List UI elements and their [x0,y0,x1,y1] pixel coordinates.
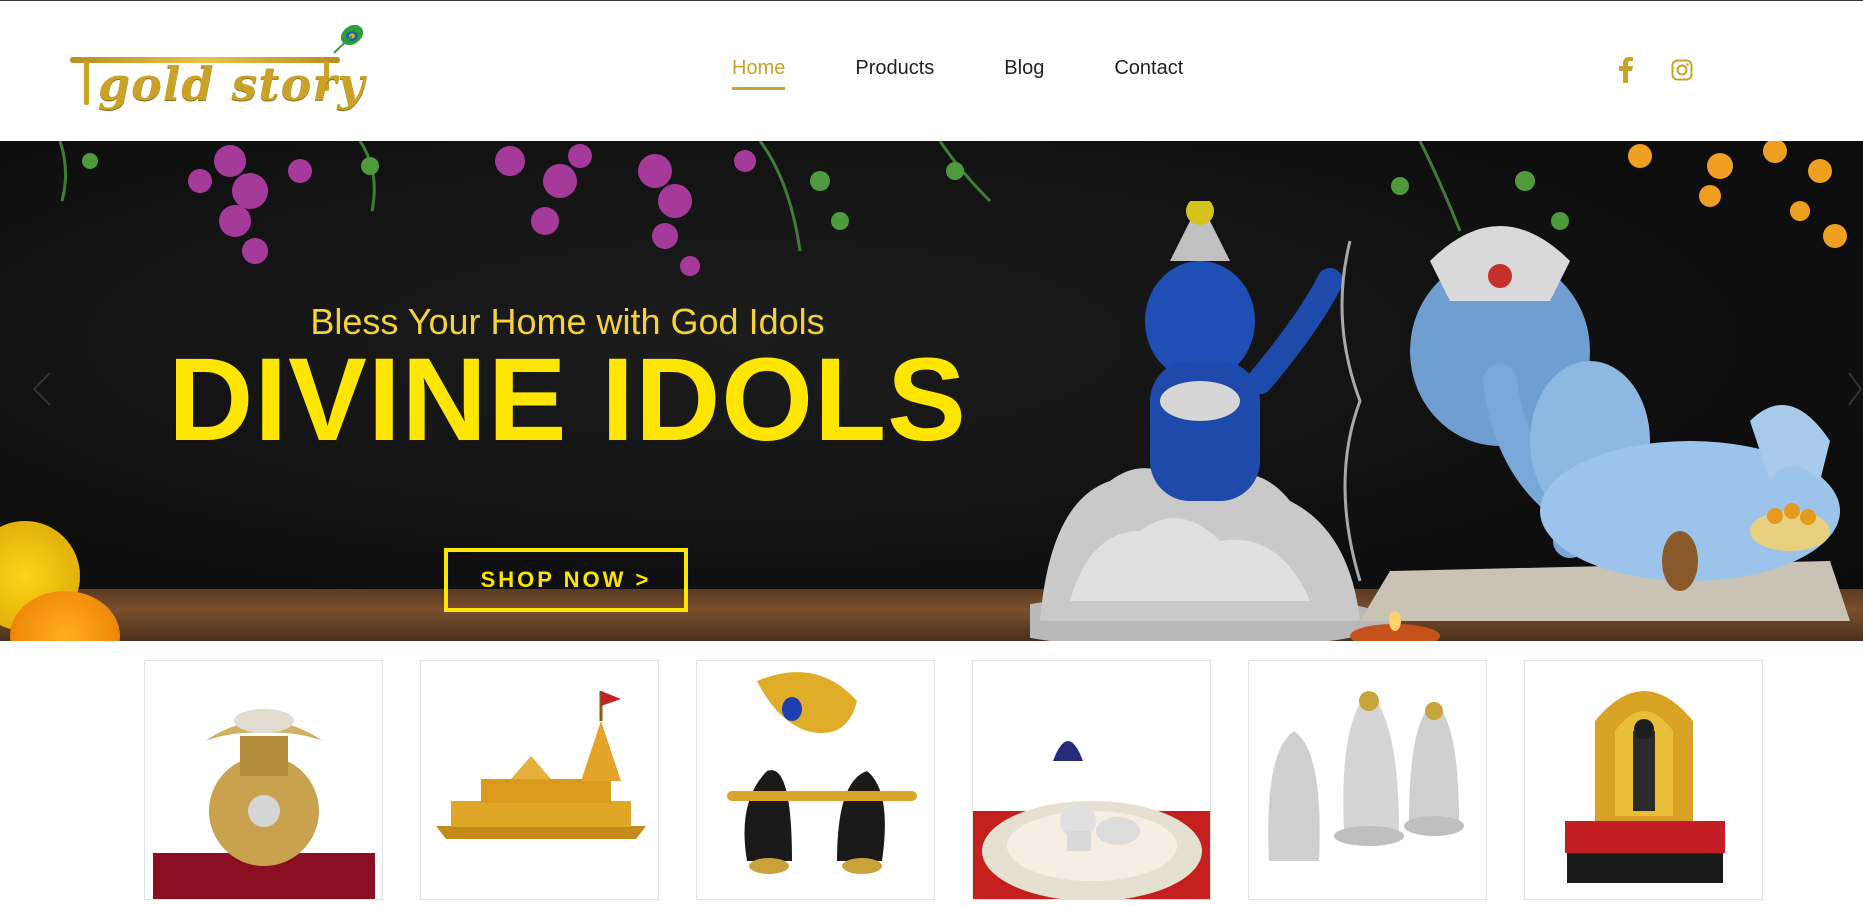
product-tile-ram-darbar[interactable] [1248,660,1487,900]
ram-lalla-golden-idol-image [1565,691,1725,883]
kalash-pot-image [153,709,375,899]
product-tile-ram-mandir[interactable] [420,660,659,900]
instagram-icon[interactable] [1668,55,1696,85]
nav-contact[interactable]: Contact [1114,57,1183,80]
nav-blog[interactable]: Blog [1004,57,1044,80]
hero-title: DIVINE IDOLS [168,334,967,466]
product-tile-bal-gopal[interactable] [972,660,1211,900]
logo-wordmark: gold story [98,57,366,111]
ram-darbar-idols-image [1268,691,1464,861]
bal-gopal-thali-image [973,741,1210,899]
ram-mandir-model-image [436,691,646,839]
site-header: gold story Home Products Blog Contact [0,1,1863,141]
product-tile-flute-hands[interactable] [696,660,935,900]
shop-now-label: SHOP NOW > [480,567,652,592]
product-tiles [144,660,1763,900]
hero-banner: Bless Your Home with God Idols DIVINE ID… [0,141,1863,641]
brand-logo[interactable]: gold story [70,19,370,129]
product-tile-ram-lalla[interactable] [1524,660,1763,900]
peacock-feather-icon [333,24,364,54]
shop-now-button[interactable]: SHOP NOW > [444,548,688,612]
product-tile-kalash[interactable] [144,660,383,900]
social-links [1612,55,1696,85]
nav-products[interactable]: Products [855,57,934,80]
peacock-feather-flute-hands-image [727,672,917,874]
facebook-icon[interactable] [1612,55,1640,85]
logo-drop-left [84,61,89,105]
krishna-ganesha-idols-image [1030,201,1850,641]
nav-home[interactable]: Home [732,57,786,90]
main-nav: Home Products Blog Contact [732,57,1253,90]
